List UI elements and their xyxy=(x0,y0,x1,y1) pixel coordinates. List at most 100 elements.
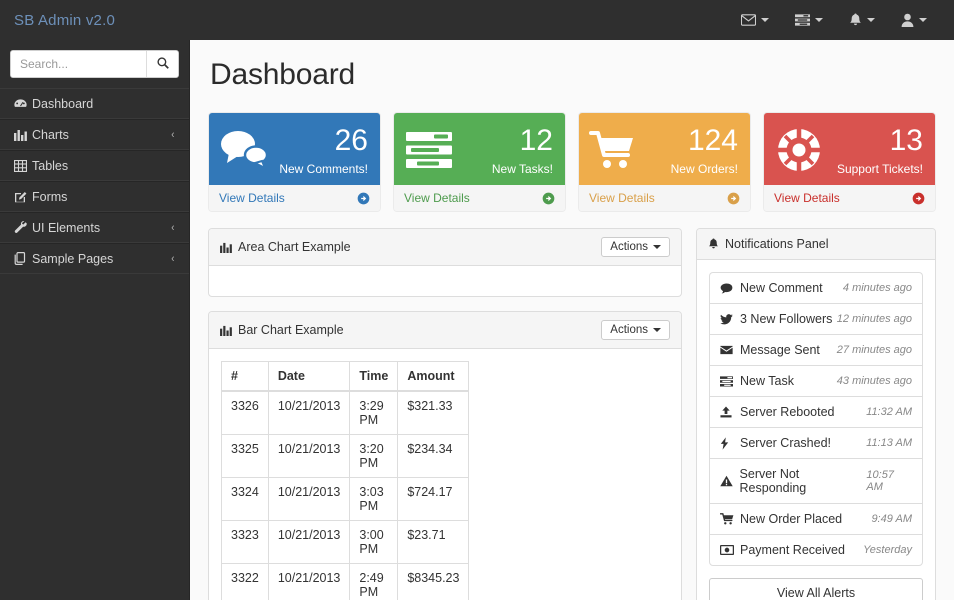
sidebar-item-charts[interactable]: Charts ‹ xyxy=(0,119,189,150)
bar-chart-actions-button[interactable]: Actions xyxy=(601,320,670,340)
cell-date: 10/21/2013 xyxy=(267,563,351,600)
stat-panel-values: 26 New Comments! xyxy=(279,125,368,175)
stat-panel-footer-link[interactable]: View Details xyxy=(579,185,750,211)
stat-panel-footer-link[interactable]: View Details xyxy=(394,185,565,211)
dashboard-icon xyxy=(14,98,32,109)
panel-title-label: Bar Chart Example xyxy=(238,323,344,337)
right-column: Notifications Panel New Comment 4 minute… xyxy=(696,228,936,600)
notification-time: Yesterday xyxy=(863,544,912,556)
view-details-label: View Details xyxy=(774,191,840,205)
panel-body: New Comment 4 minutes ago 3 New Follower… xyxy=(697,260,935,600)
cell-id: 3322 xyxy=(221,563,269,600)
bar-chart-icon xyxy=(220,325,232,336)
list-item[interactable]: New Task 43 minutes ago xyxy=(709,365,923,396)
arrow-circle-right-icon xyxy=(912,192,925,205)
view-details-label: View Details xyxy=(219,191,285,205)
actions-label: Actions xyxy=(610,324,648,336)
table-row: 3322 10/21/2013 2:49 PM $8345.23 xyxy=(221,563,470,600)
tasks-icon xyxy=(795,14,810,26)
search-input[interactable] xyxy=(11,51,146,77)
sidebar-item-label: Tables xyxy=(32,158,69,173)
sidebar-nav: Dashboard Charts ‹ Tables Forms UI Eleme… xyxy=(0,88,189,274)
stat-panel-values: 124 New Orders! xyxy=(671,123,738,175)
cart-icon xyxy=(589,128,639,172)
arrow-circle-right-icon xyxy=(727,192,740,205)
view-all-alerts-button[interactable]: View All Alerts xyxy=(709,578,923,600)
chevron-down-icon xyxy=(919,18,927,22)
column-header-amount: Amount xyxy=(397,361,470,392)
column-header-date: Date xyxy=(267,361,351,392)
notification-label: Message Sent xyxy=(740,343,820,357)
sidebar-item-sample-pages[interactable]: Sample Pages ‹ xyxy=(0,243,189,274)
stat-panel-support-tickets[interactable]: 13 Support Tickets! View Details xyxy=(763,112,936,212)
navbar-right-group xyxy=(728,0,954,40)
list-item[interactable]: Server Crashed! 11:13 AM xyxy=(709,427,923,458)
stat-panel-body: 13 Support Tickets! xyxy=(764,113,935,185)
chevron-down-icon xyxy=(653,245,661,249)
area-chart-actions-button[interactable]: Actions xyxy=(601,237,670,257)
search-box xyxy=(10,50,179,78)
dashboard-columns: Area Chart Example Actions Bar Chart Exa… xyxy=(190,228,954,600)
stat-panel-new-tasks[interactable]: 12 New Tasks! View Details xyxy=(393,112,566,212)
warning-icon xyxy=(720,475,740,487)
sidebar-item-ui-elements[interactable]: UI Elements ‹ xyxy=(0,212,189,243)
notification-time: 10:57 AM xyxy=(866,469,894,493)
cell-date: 10/21/2013 xyxy=(267,520,351,564)
sidebar-item-dashboard[interactable]: Dashboard xyxy=(0,88,189,119)
notification-label: 3 New Followers xyxy=(740,312,833,326)
chevron-left-icon: ‹ xyxy=(171,221,175,234)
cell-id: 3326 xyxy=(221,390,269,435)
list-item[interactable]: Server Not Responding 10:57 AM xyxy=(709,458,923,503)
tasks-dropdown[interactable] xyxy=(782,0,836,40)
stat-panel-body: 12 New Tasks! xyxy=(394,113,565,185)
cell-amount: $724.17 xyxy=(397,477,470,521)
arrow-circle-right-icon xyxy=(542,192,555,205)
panel-notifications: Notifications Panel New Comment 4 minute… xyxy=(696,228,936,600)
stat-panel-footer-link[interactable]: View Details xyxy=(764,185,935,211)
list-item[interactable]: 3 New Followers 12 minutes ago xyxy=(709,303,923,334)
cell-amount: $321.33 xyxy=(397,390,470,435)
panel-heading: Area Chart Example Actions xyxy=(209,229,681,266)
notification-label: Server Not Responding xyxy=(739,467,807,495)
sidebar-item-tables[interactable]: Tables xyxy=(0,150,189,181)
list-item[interactable]: New Comment 4 minutes ago xyxy=(709,272,923,303)
bar-chart-icon xyxy=(14,129,32,141)
sidebar-item-forms[interactable]: Forms xyxy=(0,181,189,212)
wrench-icon xyxy=(14,221,32,234)
arrow-circle-right-icon xyxy=(357,192,370,205)
messages-dropdown[interactable] xyxy=(728,0,782,40)
list-item[interactable]: Payment Received Yesterday xyxy=(709,534,923,566)
panel-title: Area Chart Example xyxy=(220,240,351,254)
stat-panel-new-orders[interactable]: 124 New Orders! View Details xyxy=(578,112,751,212)
stat-panel-footer-link[interactable]: View Details xyxy=(209,185,380,211)
list-item[interactable]: Server Rebooted 11:32 AM xyxy=(709,396,923,427)
panel-title-label: Notifications Panel xyxy=(725,237,829,251)
twitter-icon xyxy=(720,313,740,325)
tasks-icon xyxy=(404,128,454,172)
left-column: Area Chart Example Actions Bar Chart Exa… xyxy=(208,228,682,600)
cell-time: 3:29 PM xyxy=(349,390,399,435)
panel-title-label: Area Chart Example xyxy=(238,240,351,254)
brand-logo[interactable]: SB Admin v2.0 xyxy=(0,12,190,29)
upload-icon xyxy=(720,406,740,418)
list-item[interactable]: Message Sent 27 minutes ago xyxy=(709,334,923,365)
list-item[interactable]: New Order Placed 9:49 AM xyxy=(709,503,923,534)
cell-time: 2:49 PM xyxy=(349,563,399,600)
envelope-icon xyxy=(741,14,756,26)
chevron-down-icon xyxy=(653,328,661,332)
chevron-down-icon xyxy=(867,18,875,22)
sidebar-search-wrapper xyxy=(0,40,189,88)
stat-panel-values: 13 Support Tickets! xyxy=(836,125,923,176)
alerts-dropdown[interactable] xyxy=(836,0,888,40)
panel-heading: Notifications Panel xyxy=(697,229,935,260)
user-dropdown[interactable] xyxy=(888,0,940,40)
notification-label: Payment Received xyxy=(740,543,845,557)
stat-caption: Support Tickets! xyxy=(836,161,923,176)
cell-date: 10/21/2013 xyxy=(267,477,351,521)
bar-chart-icon xyxy=(220,242,232,253)
notification-label: Server Rebooted xyxy=(740,405,835,419)
stat-panel-new-comments[interactable]: 26 New Comments! View Details xyxy=(208,112,381,212)
notification-time: 11:13 AM xyxy=(866,437,912,449)
stat-number: 124 xyxy=(687,123,738,157)
search-button[interactable] xyxy=(146,51,178,77)
